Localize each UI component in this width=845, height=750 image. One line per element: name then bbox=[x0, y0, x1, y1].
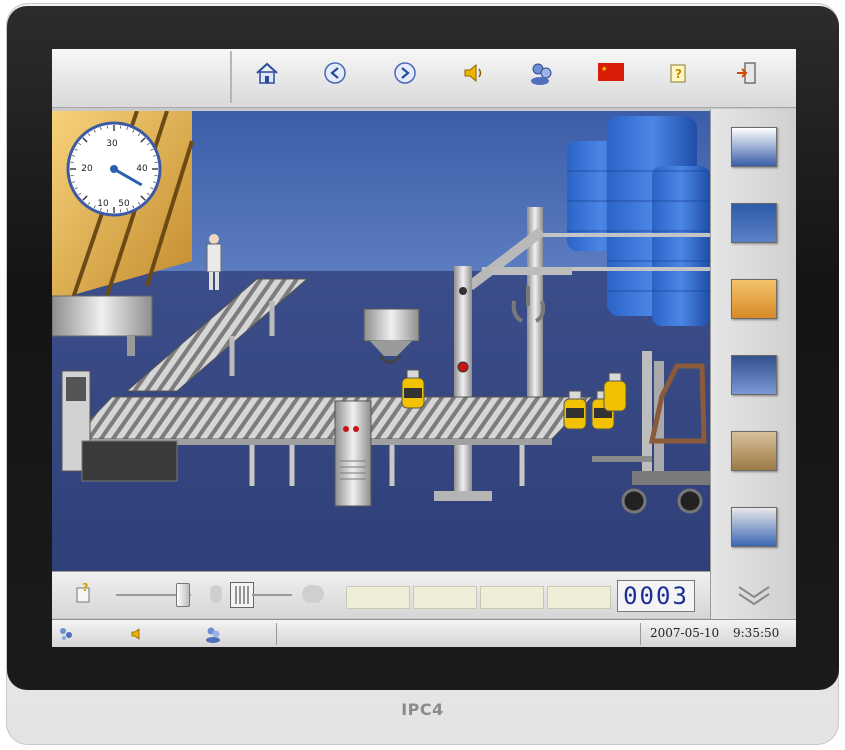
toggle-knob-left[interactable] bbox=[210, 585, 222, 603]
status-bar: 2007-05-10 9:35:50 bbox=[52, 619, 796, 647]
language-button[interactable]: ★ bbox=[594, 58, 628, 88]
speaker-icon[interactable] bbox=[130, 626, 146, 642]
status-date: 2007-05-10 bbox=[650, 626, 720, 640]
status-divider bbox=[276, 623, 277, 645]
title-panel bbox=[54, 51, 232, 103]
china-flag-icon: ★ bbox=[598, 63, 624, 81]
help-note-icon[interactable]: ? bbox=[74, 580, 96, 604]
input-field-4[interactable] bbox=[547, 586, 611, 609]
svg-text:?: ? bbox=[675, 67, 682, 81]
hmi-screen: ★ ? 30 20 40 10 50 ? 0003 2007-05-10 9:3… bbox=[52, 49, 796, 647]
exit-door-icon bbox=[737, 62, 756, 84]
forward-button[interactable] bbox=[388, 58, 422, 88]
screen-selector-rail bbox=[710, 109, 796, 621]
thumbnail-overview[interactable] bbox=[731, 127, 777, 167]
home-button[interactable] bbox=[250, 58, 284, 88]
input-field-3[interactable] bbox=[480, 586, 544, 609]
gauge-tick-label: 20 bbox=[81, 164, 93, 174]
users-icon[interactable] bbox=[204, 625, 222, 643]
gate-valve-icon[interactable] bbox=[230, 582, 254, 608]
status-time: 9:35:50 bbox=[733, 626, 780, 640]
slider-track bbox=[252, 594, 292, 596]
gauge-tick-label: 50 bbox=[118, 199, 130, 209]
help-button[interactable]: ? bbox=[662, 58, 696, 88]
speaker-icon bbox=[464, 63, 482, 83]
toggle-knob-right[interactable] bbox=[302, 585, 324, 603]
input-field-1[interactable] bbox=[346, 586, 410, 609]
gauge-tick-label: 10 bbox=[97, 199, 109, 209]
control-strip: ? 0003 bbox=[52, 571, 710, 618]
exit-button[interactable] bbox=[730, 58, 764, 88]
gauge-tick-label: 40 bbox=[136, 164, 148, 174]
thumbnail-layout[interactable] bbox=[731, 431, 777, 471]
brand-logo: IPC4 bbox=[401, 700, 444, 719]
input-field-2[interactable] bbox=[413, 586, 477, 609]
thumbnail-piping[interactable] bbox=[731, 355, 777, 395]
thumbnail-warehouse[interactable] bbox=[731, 279, 777, 319]
top-toolbar: ★ ? bbox=[52, 49, 796, 108]
production-line-scene: 30 20 40 10 50 bbox=[52, 111, 710, 571]
slider-handle[interactable] bbox=[176, 583, 190, 607]
back-button[interactable] bbox=[318, 58, 352, 88]
gauge-tick-label: 30 bbox=[106, 139, 118, 149]
scroll-down-chevron-icon[interactable] bbox=[736, 583, 772, 607]
thumbnail-cabinets[interactable] bbox=[731, 203, 777, 243]
scene-illustration: 30 20 40 10 50 bbox=[52, 111, 710, 571]
network-icon[interactable] bbox=[58, 626, 74, 642]
pressure-gauge: 30 20 40 10 50 bbox=[66, 121, 162, 217]
help-note-icon: ? bbox=[670, 64, 686, 83]
production-counter: 0003 bbox=[617, 580, 695, 612]
svg-text:?: ? bbox=[82, 581, 88, 594]
users-button[interactable] bbox=[525, 58, 559, 88]
home-icon bbox=[256, 62, 278, 84]
back-arrow-icon bbox=[324, 62, 346, 84]
forward-arrow-icon bbox=[394, 62, 416, 84]
thumbnail-control-room[interactable] bbox=[731, 507, 777, 547]
svg-text:★: ★ bbox=[601, 65, 607, 73]
users-icon bbox=[531, 63, 552, 85]
sound-button[interactable] bbox=[456, 58, 490, 88]
status-divider bbox=[640, 623, 641, 645]
